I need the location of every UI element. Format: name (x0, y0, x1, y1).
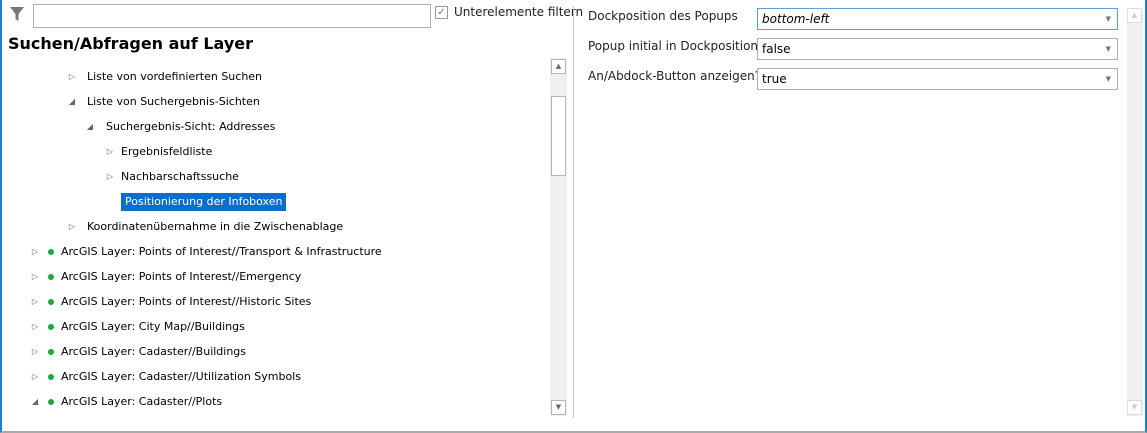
tree-item-label[interactable]: Liste von vordefinierten Suchen (87, 68, 262, 86)
filter-subelements-label[interactable]: Unterelemente filtern (454, 5, 583, 19)
tree-item-label[interactable]: Nachbarschaftssuche (121, 168, 239, 186)
tree-item-label[interactable]: Suchergebnis-Sicht: Addresses (106, 118, 275, 136)
dropdown-value: true (762, 72, 787, 86)
scroll-down-button[interactable]: ▼ (551, 400, 566, 415)
tree-item-label[interactable]: ArcGIS Layer: Points of Interest//Transp… (61, 243, 382, 261)
expand-arrow-icon[interactable]: ▷ (105, 143, 115, 161)
properties-scrollbar[interactable]: ▲ ▼ (1127, 8, 1143, 416)
expand-arrow-icon[interactable]: ▷ (105, 168, 115, 186)
chevron-down-icon[interactable]: ▼ (1106, 9, 1111, 29)
filter-input[interactable] (33, 4, 431, 28)
property-value-dropdown[interactable]: true ▼ (757, 68, 1118, 90)
expand-arrow-icon[interactable]: ▷ (67, 68, 77, 86)
filter-subelements-checkbox[interactable]: ✓ (435, 6, 448, 19)
layer-status-dot-icon (48, 399, 54, 405)
tree-item-label[interactable]: ArcGIS Layer: Points of Interest//Histor… (61, 293, 311, 311)
expand-arrow-icon[interactable]: ▷ (30, 268, 40, 286)
expand-arrow-icon[interactable]: ▷ (30, 343, 40, 361)
collapse-arrow-icon[interactable]: ◢ (85, 118, 95, 136)
tree-item-label[interactable]: ArcGIS Layer: Cadaster//Plots (61, 393, 222, 411)
scroll-up-button[interactable]: ▲ (551, 59, 566, 74)
expand-arrow-icon[interactable]: ▷ (30, 293, 40, 311)
property-label: An/Abdock-Button anzeigen? (588, 69, 762, 83)
layer-status-dot-icon (48, 274, 54, 280)
layer-status-dot-icon (48, 299, 54, 305)
chevron-down-icon[interactable]: ▼ (1106, 69, 1111, 89)
tree-item-label[interactable]: ArcGIS Layer: Cadaster//Buildings (61, 343, 246, 361)
tree-item-label[interactable]: Koordinatenübernahme in die Zwischenabla… (87, 218, 343, 236)
property-label: Popup initial in Dockposition? (588, 39, 765, 53)
layer-status-dot-icon (48, 324, 54, 330)
expand-arrow-icon[interactable]: ▷ (30, 243, 40, 261)
property-value-dropdown[interactable]: false ▼ (757, 38, 1118, 60)
tree-item-label[interactable]: Positionierung der Infoboxen (121, 193, 287, 211)
chevron-down-icon[interactable]: ▼ (1106, 39, 1111, 59)
property-value-dropdown[interactable]: bottom-left ▼ (757, 8, 1118, 30)
dropdown-value: bottom-left (762, 12, 830, 26)
scroll-thumb[interactable] (551, 96, 566, 176)
panel-title: Suchen/Abfragen auf Layer (8, 34, 254, 53)
tree-item-label[interactable]: Ergebnisfeldliste (121, 143, 212, 161)
panel-divider[interactable] (573, 6, 574, 418)
tree-scrollbar[interactable]: ▲ ▼ (550, 58, 567, 416)
layer-status-dot-icon (48, 349, 54, 355)
layer-status-dot-icon (48, 374, 54, 380)
collapse-arrow-icon[interactable]: ◢ (67, 93, 77, 111)
filter-icon[interactable] (9, 6, 25, 22)
tree-item-label[interactable]: ArcGIS Layer: Cadaster//Utilization Symb… (61, 368, 301, 386)
tree-item-label[interactable]: ArcGIS Layer: City Map//Buildings (61, 318, 245, 336)
property-label: Dockposition des Popups (588, 9, 738, 23)
collapse-arrow-icon[interactable]: ◢ (30, 393, 40, 411)
scroll-up-button[interactable]: ▲ (1127, 8, 1142, 23)
scroll-down-button[interactable]: ▼ (1127, 400, 1142, 415)
tree-item-label[interactable]: Liste von Suchergebnis-Sichten (87, 93, 260, 111)
expand-arrow-icon[interactable]: ▷ (30, 318, 40, 336)
expand-arrow-icon[interactable]: ▷ (30, 368, 40, 386)
expand-arrow-icon[interactable]: ▷ (67, 218, 77, 236)
tree-item-label[interactable]: ArcGIS Layer: Points of Interest//Emerge… (61, 268, 301, 286)
layer-status-dot-icon (48, 249, 54, 255)
dropdown-value: false (762, 42, 791, 56)
